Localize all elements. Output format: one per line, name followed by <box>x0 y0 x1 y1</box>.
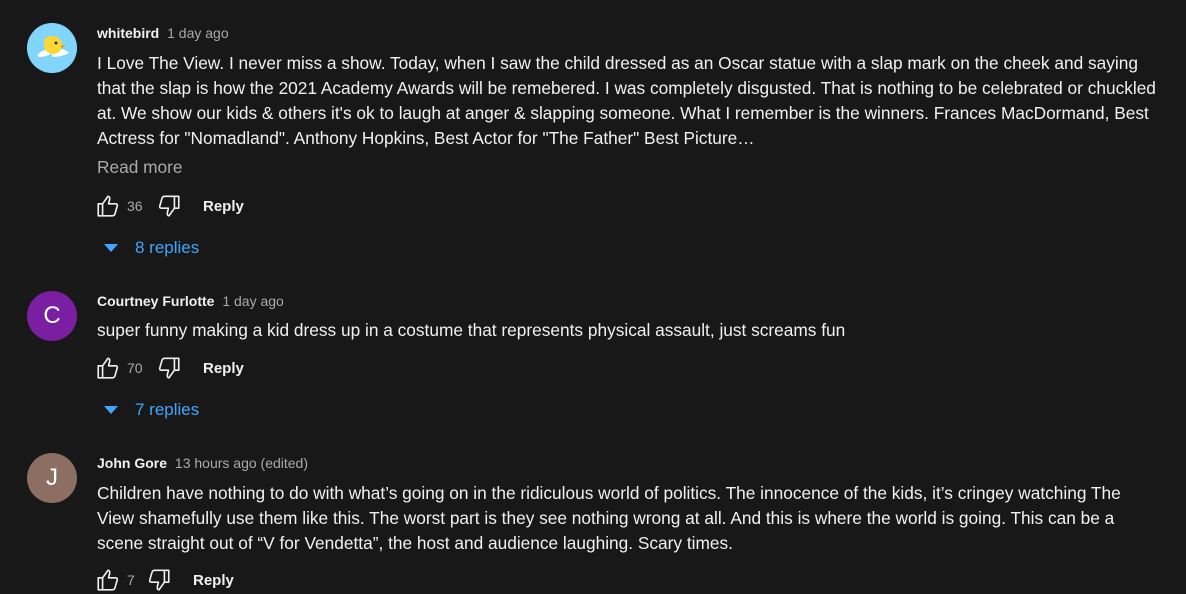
view-replies-button[interactable]: 7 replies <box>104 400 199 420</box>
thumbs-up-icon <box>97 195 119 217</box>
comment-actions: 70 Reply <box>94 354 244 382</box>
comment-timestamp[interactable]: 1 day ago <box>222 293 284 309</box>
thumbs-down-icon <box>158 357 180 379</box>
comment-timestamp[interactable]: 13 hours ago (edited) <box>175 455 308 471</box>
replies-count-label: 8 replies <box>135 238 200 257</box>
reply-button[interactable]: Reply <box>203 198 244 215</box>
replies-count-label: 7 replies <box>135 400 200 419</box>
like-count: 70 <box>127 360 143 376</box>
comment-author[interactable]: Courtney Furlotte <box>97 293 214 309</box>
thumbs-up-icon <box>97 569 119 591</box>
comment-author[interactable]: John Gore <box>97 455 167 471</box>
caret-down-icon <box>104 406 118 414</box>
comment-text: super funny making a kid dress up in a c… <box>97 320 846 340</box>
comment-timestamp[interactable]: 1 day ago <box>167 25 229 41</box>
bird-avatar-icon <box>27 23 77 73</box>
avatar[interactable] <box>27 23 77 73</box>
view-replies-button[interactable]: 8 replies <box>104 238 199 258</box>
thumbs-up-icon <box>97 357 119 379</box>
like-count: 7 <box>127 572 135 588</box>
dislike-button[interactable] <box>155 354 183 382</box>
caret-down-icon <box>104 244 118 252</box>
thumbs-down-icon <box>158 195 180 217</box>
comment-text: I Love The View. I never miss a show. To… <box>97 53 1156 148</box>
avatar[interactable]: C <box>27 291 77 341</box>
like-button[interactable] <box>94 354 122 382</box>
reply-button[interactable]: Reply <box>203 360 244 377</box>
like-count: 36 <box>127 198 143 214</box>
reply-button[interactable]: Reply <box>193 572 234 589</box>
dislike-button[interactable] <box>155 192 183 220</box>
thumbs-down-icon <box>148 569 170 591</box>
comment-text: Children have nothing to do with what’s … <box>97 483 1121 553</box>
read-more-link[interactable]: Read more <box>97 157 183 178</box>
comment-author[interactable]: whitebird <box>97 25 159 41</box>
avatar[interactable]: J <box>27 453 77 503</box>
comment-actions: 36 Reply <box>94 192 244 220</box>
like-button[interactable] <box>94 192 122 220</box>
